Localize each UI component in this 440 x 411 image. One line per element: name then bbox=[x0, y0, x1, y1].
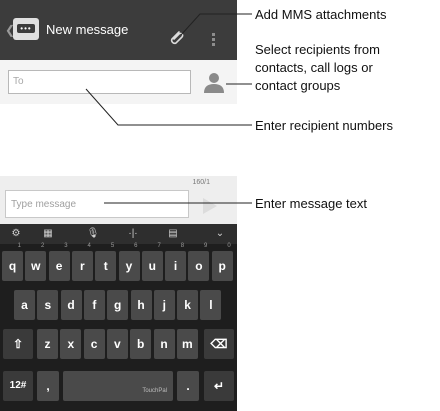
annotation-lines bbox=[85, 13, 252, 204]
annotation-enter-numbers: Enter recipient numbers bbox=[255, 118, 394, 133]
annotation-recipients-line3: contact groups bbox=[255, 78, 341, 93]
annotation-recipients-line2: contacts, call logs or bbox=[255, 60, 373, 75]
annotation-mms: Add MMS attachments bbox=[255, 7, 387, 22]
annotation-recipients-line1: Select recipients from bbox=[255, 42, 380, 57]
annotation-enter-text: Enter message text bbox=[255, 196, 367, 211]
